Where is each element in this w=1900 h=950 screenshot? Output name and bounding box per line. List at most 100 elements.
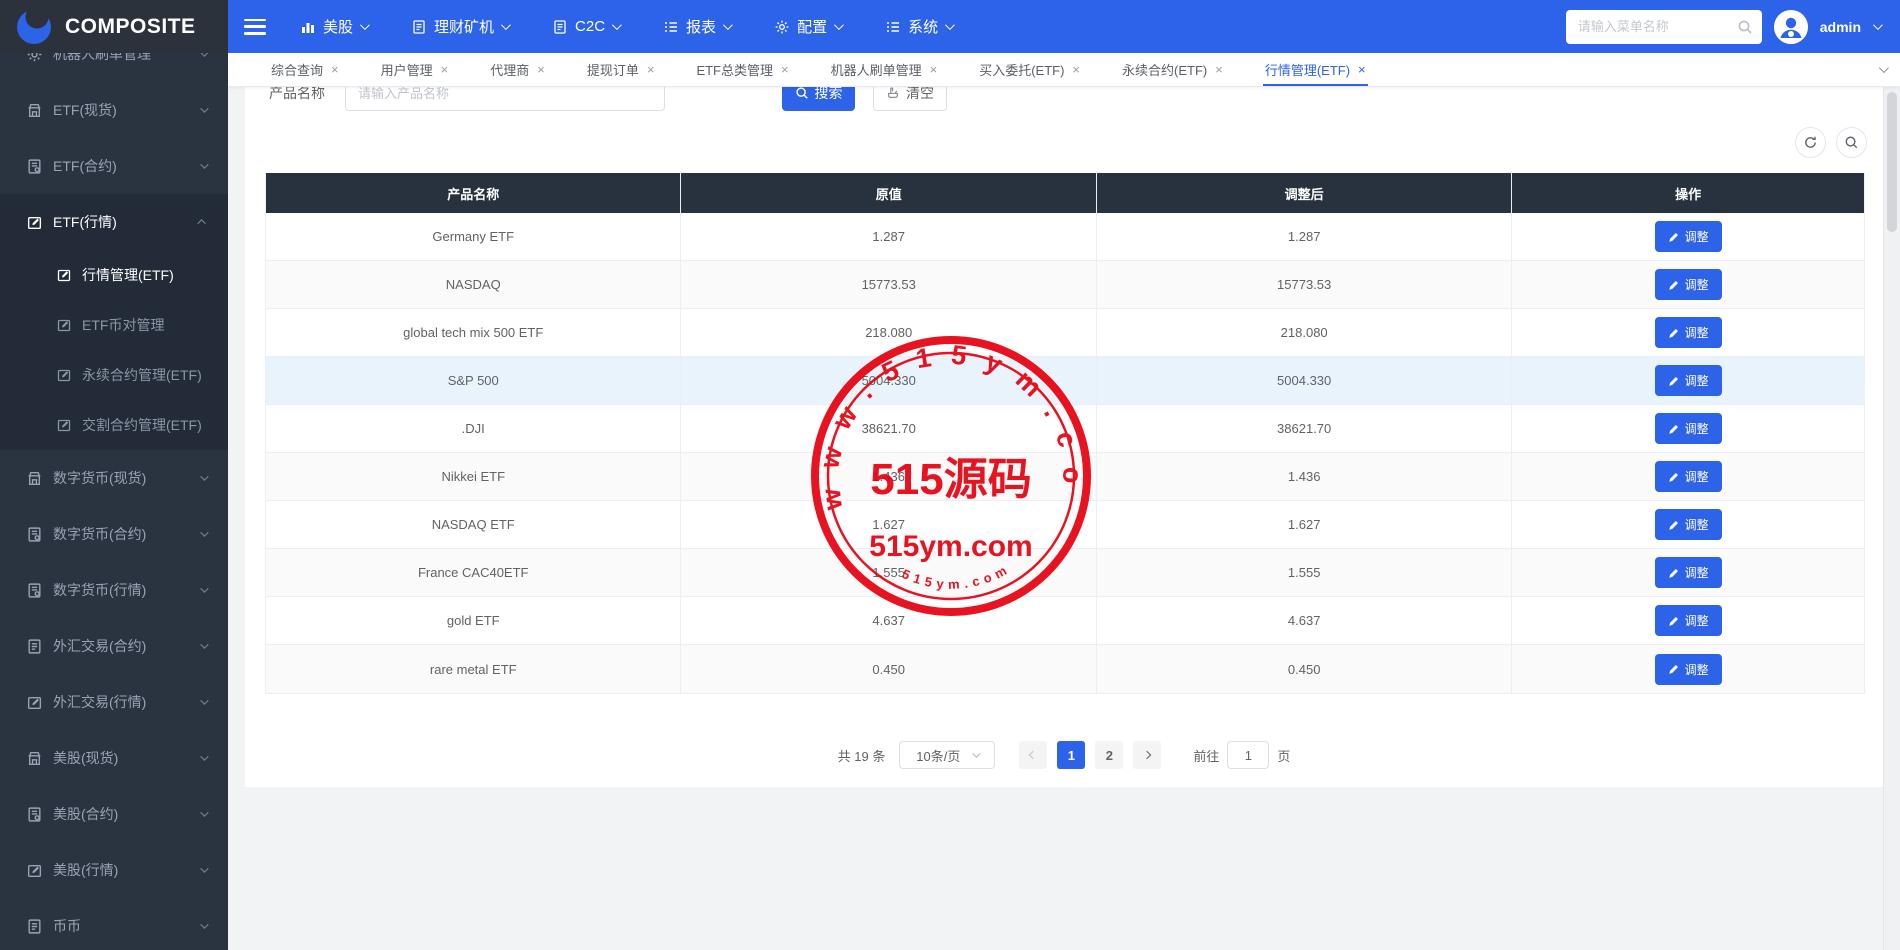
sidebar-group-item[interactable]: 机器人刷单管理 [0,53,228,82]
close-icon[interactable]: × [1215,63,1223,76]
hamburger-menu-icon[interactable] [244,19,266,35]
sidebar-sub-item[interactable]: 交割合约管理(ETF) [0,400,228,450]
edit-icon [26,694,43,711]
search-button[interactable]: 搜索 [782,87,855,111]
zoom-search-button[interactable] [1836,127,1867,158]
page-size-select[interactable]: 10条/页 [899,741,995,769]
search-icon[interactable] [1737,19,1753,35]
tabs-more-chevron-icon[interactable] [1879,66,1900,73]
sidebar-group-item[interactable]: 数字货币(行情) [0,562,228,618]
tab[interactable]: 机器人刷单管理 × [831,53,938,86]
cell-actions: 调整 [1512,453,1864,500]
sidebar-group-item[interactable]: 美股(合约) [0,786,228,842]
close-icon[interactable]: × [647,63,655,76]
tab[interactable]: 综合查询 × [271,53,339,86]
sidebar-group-item[interactable]: 数字货币(现货) [0,450,228,506]
sidebar-group-item[interactable]: 美股(现货) [0,730,228,786]
adjust-button[interactable]: 调整 [1655,365,1722,396]
sidebar-sub-item[interactable]: 行情管理(ETF) [0,250,228,300]
close-icon[interactable]: × [441,63,449,76]
top-nav-item[interactable]: 美股 [300,16,367,37]
sidebar-sub-item[interactable]: 永续合约管理(ETF) [0,350,228,400]
close-icon[interactable]: × [781,63,789,76]
logo-area: COMPOSITE [0,0,228,53]
cell-adjusted-value: 0.450 [1097,645,1512,693]
tab[interactable]: ETF总类管理 × [696,53,788,86]
chevron-icon [200,472,208,480]
page-scrollbar-thumb[interactable] [1887,92,1897,232]
tab[interactable]: 行情管理(ETF) × [1265,53,1366,86]
chevron-down-icon [360,20,370,30]
cell-actions: 调整 [1512,645,1864,693]
doc-icon [26,638,43,655]
close-icon[interactable]: × [930,63,938,76]
edit-icon [1668,231,1680,243]
chevron-left-icon [1029,751,1037,759]
cell-adjusted-value: 1.287 [1097,213,1512,260]
table-row: global tech mix 500 ETF 218.080 218.080 … [266,309,1864,357]
tab[interactable]: 用户管理 × [381,53,449,86]
clear-button[interactable]: 清空 [873,87,947,111]
chevron-down-icon [501,20,511,30]
tab[interactable]: 提现订单 × [587,53,655,86]
page-number-button[interactable]: 2 [1095,741,1123,769]
refresh-button[interactable] [1795,127,1826,158]
adjust-button[interactable]: 调整 [1655,509,1722,540]
cell-product-name: Germany ETF [266,213,681,260]
close-icon[interactable]: × [331,63,339,76]
brush-icon [886,87,900,100]
close-icon[interactable]: × [1072,63,1080,76]
goto-page-input[interactable] [1227,741,1269,769]
menu-search-input[interactable] [1566,10,1762,44]
sidebar-group-item[interactable]: ETF(行情) [0,194,228,250]
tab[interactable]: 永续合约(ETF) × [1122,53,1223,86]
adjust-button[interactable]: 调整 [1655,269,1722,300]
user-dropdown-chevron-icon[interactable] [1873,20,1883,30]
page-number-button[interactable]: 1 [1057,741,1085,769]
sidebar-sub-item[interactable]: ETF币对管理 [0,300,228,350]
sidebar-group-item[interactable]: 外汇交易(行情) [0,674,228,730]
sidebar-group-item[interactable]: 外汇交易(合约) [0,618,228,674]
next-page-button[interactable] [1133,741,1161,769]
top-nav-item[interactable]: 配置 [774,16,841,37]
close-icon[interactable]: × [1358,63,1366,76]
tab-bar: 综合查询 × 用户管理 × 代理商 × 提现订单 × ETF总类管理 × 机器人… [228,53,1900,87]
sidebar-group-item[interactable]: ETF(合约) [0,138,228,194]
list-icon [885,19,901,35]
user-avatar[interactable] [1774,10,1808,44]
cell-actions: 调整 [1512,549,1864,596]
goto-label: 前往 [1193,746,1219,765]
prev-page-button[interactable] [1019,741,1047,769]
brand-logo-crescent-icon [13,6,55,48]
product-name-input[interactable] [345,87,665,111]
top-nav-item[interactable]: C2C [552,18,619,35]
table-row: Germany ETF 1.287 1.287 调整 [266,213,1864,261]
adjust-button[interactable]: 调整 [1655,221,1722,252]
edit-icon [1668,471,1680,483]
adjust-button[interactable]: 调整 [1655,557,1722,588]
top-bar: COMPOSITE 美股 理财矿机 C2C 报表 配置 系统 [0,0,1900,53]
adjust-button[interactable]: 调整 [1655,605,1722,636]
top-nav-item[interactable]: 报表 [663,16,730,37]
sidebar-group-item[interactable]: 数字货币(合约) [0,506,228,562]
contract-icon [26,526,43,543]
username[interactable]: admin [1820,19,1861,35]
adjust-button[interactable]: 调整 [1655,317,1722,348]
adjust-button[interactable]: 调整 [1655,413,1722,444]
adjust-button[interactable]: 调整 [1655,461,1722,492]
cell-adjusted-value: 4.637 [1097,597,1512,644]
sidebar-group-item[interactable]: 币币 [0,898,228,950]
top-nav-item[interactable]: 理财矿机 [411,16,508,37]
table-row: .DJI 38621.70 38621.70 调整 [266,405,1864,453]
table-tools [1795,127,1867,158]
adjust-button[interactable]: 调整 [1655,654,1722,685]
sidebar-group-item[interactable]: ETF(现货) [0,82,228,138]
page-scrollbar-track[interactable] [1883,87,1900,950]
tab[interactable]: 代理商 × [490,53,545,86]
sidebar-group-item[interactable]: 美股(行情) [0,842,228,898]
tab[interactable]: 买入委托(ETF) × [979,53,1080,86]
gear-icon [26,53,43,63]
top-nav-item[interactable]: 系统 [885,16,952,37]
close-icon[interactable]: × [537,63,545,76]
chevron-down-icon [723,20,733,30]
